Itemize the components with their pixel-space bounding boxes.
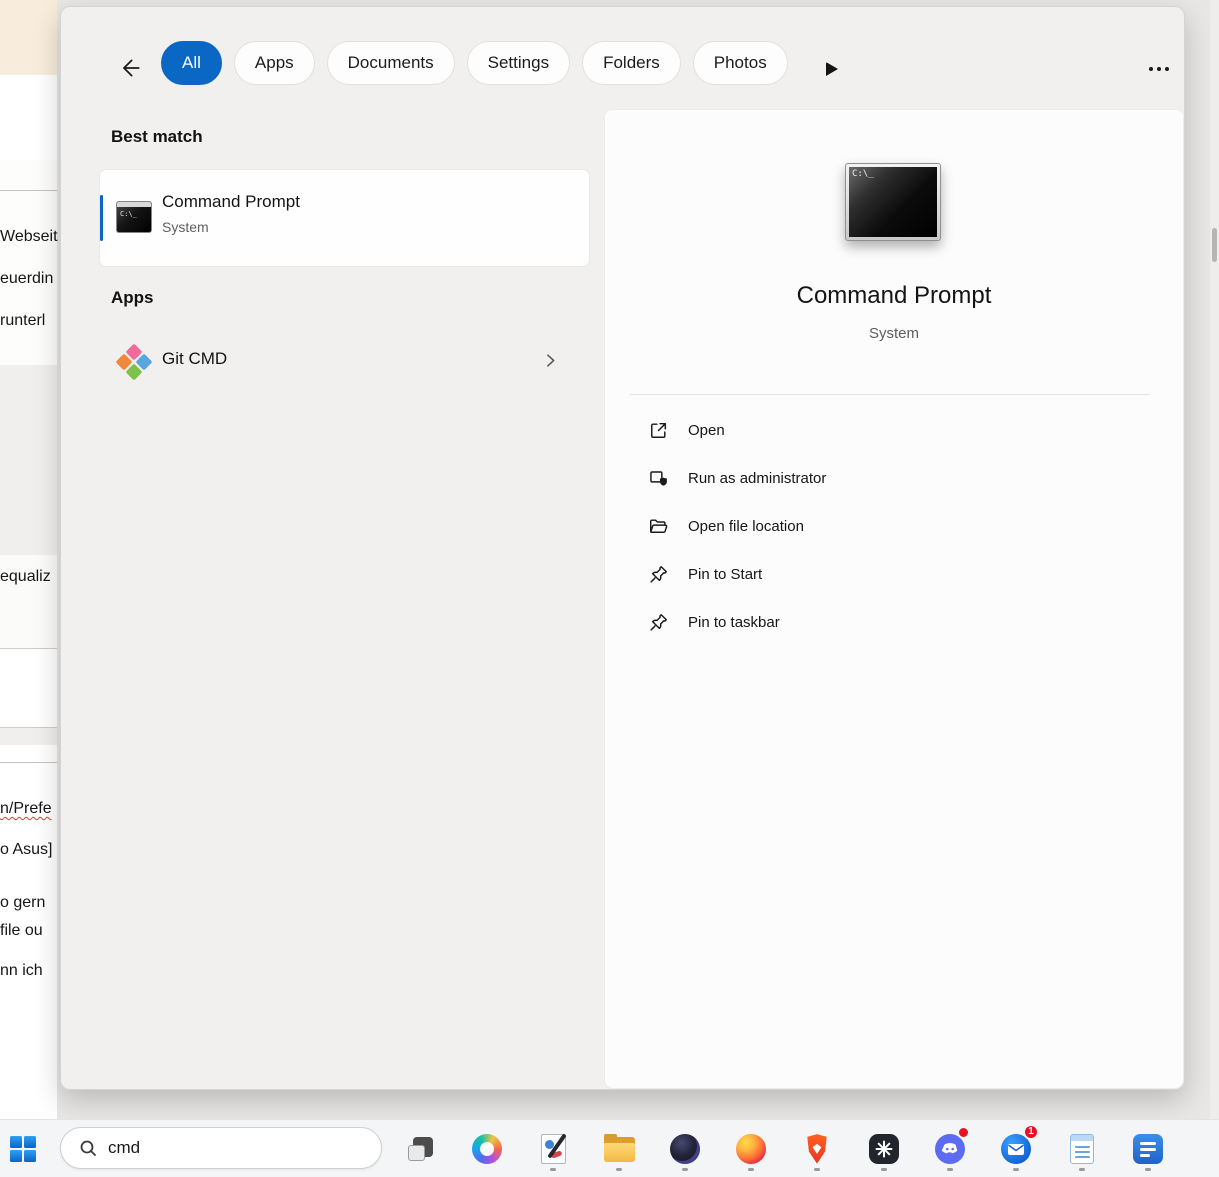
search-flyout: All Apps Documents Settings Folders Phot… bbox=[60, 6, 1185, 1090]
tab-all[interactable]: All bbox=[161, 41, 222, 85]
action-run-as-administrator[interactable]: Run as administrator bbox=[617, 454, 1173, 502]
more-filters-arrow-icon[interactable] bbox=[826, 62, 838, 76]
tab-apps[interactable]: Apps bbox=[234, 41, 315, 85]
best-match-title: Command Prompt bbox=[162, 192, 300, 212]
brave-icon bbox=[804, 1134, 831, 1165]
best-match-heading: Best match bbox=[111, 127, 203, 147]
background-scrollbar[interactable] bbox=[1210, 0, 1219, 1119]
best-match-subtitle: System bbox=[162, 219, 209, 235]
background-text-fragment: Webseit bbox=[0, 228, 58, 246]
scrollbar-thumb[interactable] bbox=[1212, 228, 1217, 262]
copilot-button[interactable] bbox=[465, 1125, 509, 1173]
taskbar-search-box[interactable] bbox=[60, 1127, 382, 1169]
background-toolbar-area bbox=[0, 75, 57, 160]
preview-pane: C:\_ Command Prompt System Open Run as bbox=[604, 109, 1184, 1089]
action-open[interactable]: Open bbox=[617, 406, 1173, 454]
brave-button[interactable] bbox=[795, 1125, 839, 1173]
file-explorer-icon bbox=[604, 1137, 635, 1162]
preview-subtitle: System bbox=[605, 325, 1183, 342]
start-button[interactable] bbox=[2, 1128, 44, 1170]
task-view-icon bbox=[408, 1136, 434, 1162]
background-gray-block bbox=[0, 728, 57, 745]
preview-divider bbox=[630, 394, 1150, 395]
firefox-button[interactable] bbox=[729, 1125, 773, 1173]
starburst-app-button[interactable] bbox=[862, 1125, 906, 1173]
notes-app-button[interactable] bbox=[1126, 1125, 1170, 1173]
file-explorer-button[interactable] bbox=[597, 1125, 641, 1173]
discord-button[interactable] bbox=[928, 1125, 972, 1173]
open-external-icon bbox=[647, 419, 669, 441]
background-divider bbox=[0, 190, 57, 191]
background-text-fragment: runterl bbox=[0, 312, 45, 330]
firefox-icon bbox=[736, 1134, 766, 1164]
taskbar-search-input[interactable] bbox=[108, 1138, 358, 1158]
background-text-fragment: nn ich bbox=[0, 962, 43, 980]
tab-photos[interactable]: Photos bbox=[693, 41, 788, 85]
pin-icon bbox=[647, 611, 669, 633]
background-text-fragment: euerdin bbox=[0, 270, 53, 288]
run-admin-icon bbox=[647, 467, 669, 489]
notes-app-icon bbox=[1133, 1134, 1163, 1164]
tab-settings[interactable]: Settings bbox=[467, 41, 570, 85]
back-button[interactable] bbox=[113, 51, 147, 85]
chevron-right-icon[interactable] bbox=[542, 352, 559, 369]
paint-editor-icon bbox=[541, 1134, 566, 1164]
windows-logo-icon bbox=[10, 1136, 36, 1162]
background-text-fragment: file ou bbox=[0, 922, 43, 940]
command-prompt-icon: C:\_ bbox=[116, 201, 152, 233]
tab-folders[interactable]: Folders bbox=[582, 41, 681, 85]
dark-app-icon bbox=[670, 1134, 700, 1164]
background-text-fragment: equaliz bbox=[0, 568, 51, 586]
git-cmd-item[interactable]: Git CMD bbox=[100, 335, 589, 387]
background-divider bbox=[0, 762, 57, 763]
notification-badge bbox=[957, 1126, 970, 1139]
paint-editor-button[interactable] bbox=[531, 1125, 575, 1173]
notepad-button[interactable] bbox=[1060, 1125, 1104, 1173]
copilot-icon bbox=[472, 1134, 502, 1164]
folder-icon bbox=[647, 515, 669, 537]
starburst-app-icon bbox=[869, 1134, 899, 1164]
task-view-button[interactable] bbox=[399, 1125, 443, 1173]
background-text-fragment: o Asus] bbox=[0, 841, 52, 859]
background-ribbon-area bbox=[0, 0, 57, 75]
action-pin-to-taskbar[interactable]: Pin to taskbar bbox=[617, 598, 1173, 646]
background-gray-block bbox=[0, 365, 57, 555]
notepad-icon bbox=[1070, 1134, 1094, 1164]
action-open-file-location[interactable]: Open file location bbox=[617, 502, 1173, 550]
action-pin-to-start[interactable]: Pin to Start bbox=[617, 550, 1173, 598]
taskbar: 1 bbox=[0, 1119, 1219, 1177]
git-cmd-label: Git CMD bbox=[162, 349, 227, 369]
ellipsis-icon bbox=[1149, 67, 1153, 71]
apps-heading: Apps bbox=[111, 288, 154, 308]
dark-app-button[interactable] bbox=[663, 1125, 707, 1173]
command-prompt-icon-large: C:\_ bbox=[845, 163, 941, 241]
back-arrow-icon bbox=[118, 56, 142, 80]
background-text-fragment: n/Prefe bbox=[0, 800, 52, 818]
filter-tabs: All Apps Documents Settings Folders Phot… bbox=[161, 41, 788, 85]
pin-icon bbox=[647, 563, 669, 585]
more-options-button[interactable] bbox=[1141, 55, 1177, 83]
git-cmd-icon bbox=[118, 346, 150, 378]
search-icon bbox=[78, 1138, 98, 1158]
tab-documents[interactable]: Documents bbox=[327, 41, 455, 85]
mail-badge: 1 bbox=[1023, 1124, 1039, 1140]
background-text-fragment: o gern bbox=[0, 894, 45, 912]
selection-accent-bar bbox=[100, 195, 103, 241]
mail-button[interactable]: 1 bbox=[994, 1125, 1038, 1173]
background-document-window: Webseit euerdin runterl equaliz n/Prefe … bbox=[0, 0, 57, 1119]
best-match-item[interactable]: C:\_ Command Prompt System bbox=[100, 170, 589, 266]
background-card bbox=[0, 648, 57, 728]
preview-title: Command Prompt bbox=[605, 282, 1183, 310]
